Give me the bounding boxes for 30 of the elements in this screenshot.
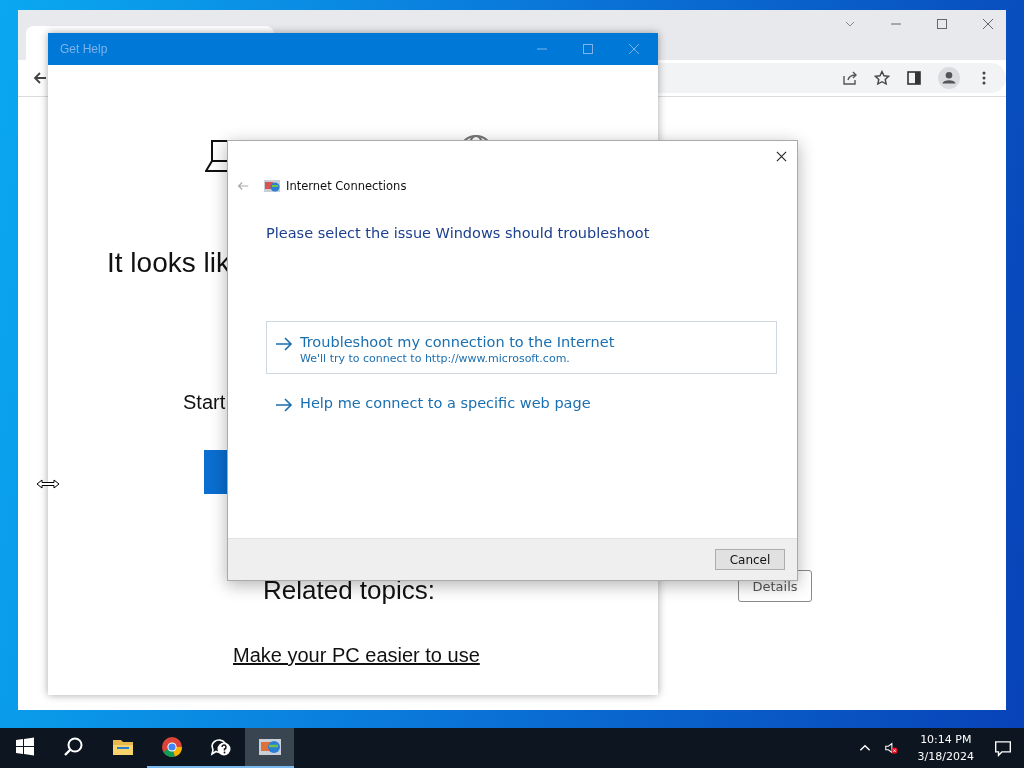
speaker-muted-icon[interactable] — [883, 741, 898, 755]
section-heading: Related topics: — [263, 575, 435, 606]
dialog-title: Internet Connections — [286, 179, 407, 193]
browser-icon — [159, 735, 184, 759]
network-globe-icon — [264, 179, 280, 193]
arrow-right-icon — [275, 337, 293, 351]
share-icon[interactable] — [842, 70, 858, 86]
troubleshoot-option[interactable]: Troubleshoot my connection to the Internet We'll try to connect to http://www.microsoft.com. — [266, 321, 777, 374]
window-title: Get Help — [60, 42, 109, 56]
arrow-right-icon — [275, 398, 293, 412]
taskbar-button[interactable] — [245, 728, 294, 768]
close-icon[interactable] — [776, 151, 787, 162]
clock-date[interactable]: 3/18/2024 — [917, 748, 974, 765]
notification-icon[interactable] — [994, 739, 1012, 757]
back-arrow-icon[interactable] — [32, 70, 48, 86]
laptop-icon — [205, 140, 227, 172]
option-description: We'll try to connect to http://www.microsoft.com. — [300, 352, 571, 365]
side-panel-icon[interactable] — [906, 70, 922, 86]
cancel-button[interactable]: Cancel — [715, 549, 785, 570]
dialog-heading: Please select the issue Windows should troubleshoot — [266, 225, 651, 241]
option-title: Troubleshoot my connection to the Internet — [300, 334, 615, 350]
star-icon[interactable] — [874, 70, 890, 86]
maximize-icon[interactable] — [936, 18, 948, 30]
heading: It looks lik — [107, 247, 230, 279]
clock-time[interactable]: 10:14 PM — [920, 731, 972, 748]
related-link[interactable]: Make your PC easier to use — [233, 644, 480, 667]
profile-avatar-icon[interactable] — [938, 67, 960, 89]
prompt-text: Start — [183, 391, 226, 414]
troubleshoot-option[interactable]: Help me connect to a specific web page — [266, 382, 777, 421]
option-title: Help me connect to a specific web page — [300, 395, 591, 411]
